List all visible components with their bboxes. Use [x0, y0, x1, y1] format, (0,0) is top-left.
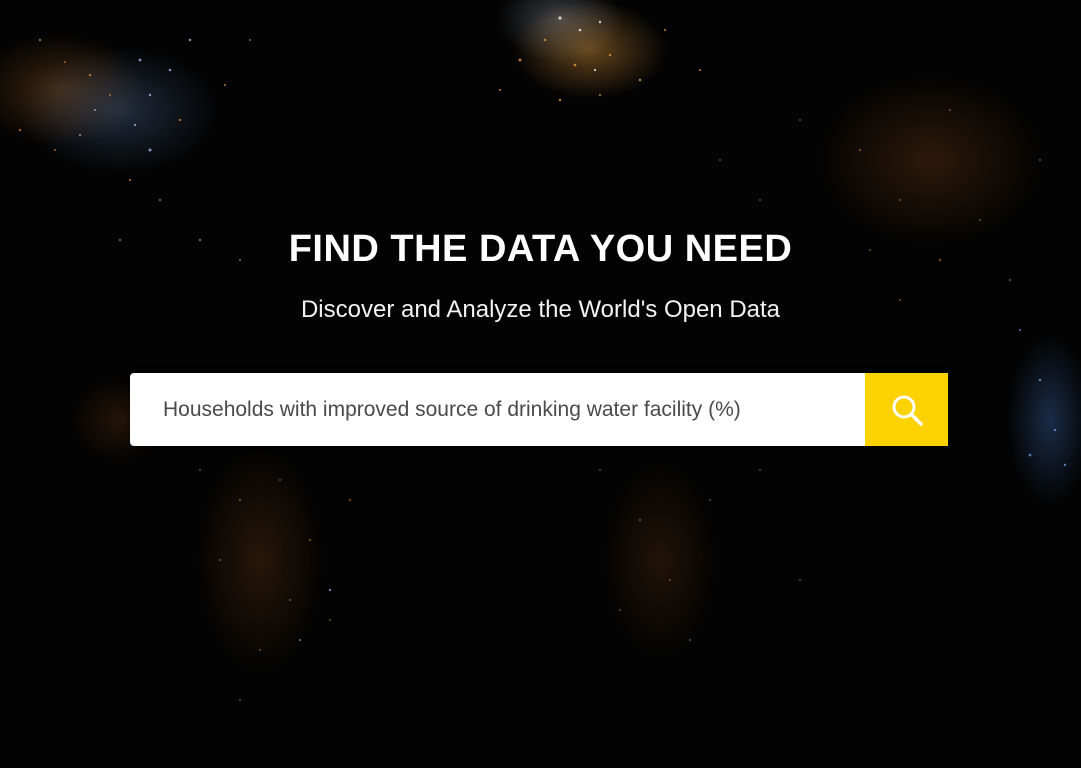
landing-page: FIND THE DATA YOU NEED Discover and Anal…	[0, 0, 1081, 768]
search-bar	[130, 373, 948, 446]
search-button[interactable]	[865, 373, 948, 446]
page-subtitle: Discover and Analyze the World's Open Da…	[300, 296, 781, 323]
search-input[interactable]	[130, 373, 865, 446]
search-icon	[892, 395, 923, 426]
page-title: FIND THE DATA YOU NEED	[288, 228, 793, 270]
hero-section: FIND THE DATA YOU NEED Discover and Anal…	[0, 0, 1081, 768]
